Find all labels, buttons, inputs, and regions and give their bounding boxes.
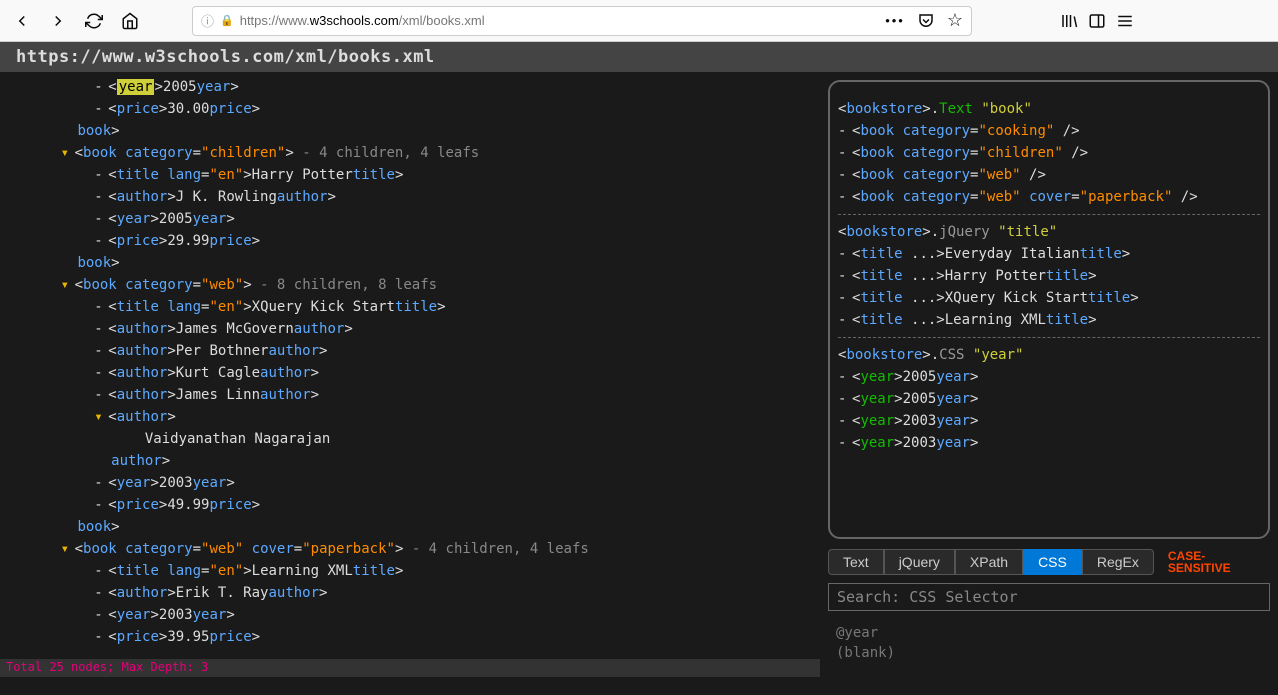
xml-line[interactable]: - <author>Erik T. Rayauthor> [10,582,810,604]
arrow-left-icon [13,12,31,30]
xml-line[interactable]: - <year>2005year> [10,76,810,98]
tab-regex[interactable]: RegEx [1082,549,1154,575]
page-url-header: https://www.w3schools.com/xml/books.xml [0,42,1278,72]
reload-icon [85,12,103,30]
xml-line[interactable]: - <author>Per Bothnerauthor> [10,340,810,362]
results-box[interactable]: <bookstore>.Text "book"- <book category=… [828,80,1270,539]
xml-line[interactable]: - <author>James McGovernauthor> [10,318,810,340]
xml-line[interactable]: - <price>29.99price> [10,230,810,252]
xml-line[interactable]: - <price>30.00price> [10,98,810,120]
result-item[interactable]: - <year>2005year> [838,366,1260,388]
xml-line[interactable]: - <price>39.95price> [10,626,810,648]
result-item[interactable]: - <title ...>Learning XMLtitle> [838,309,1260,331]
library-icon[interactable] [1060,12,1078,30]
browser-chrome: ⓘ 🔒 https://www.w3schools.com/xml/books.… [0,0,1278,42]
search-input[interactable]: Search: CSS Selector [828,583,1270,611]
results-header: <bookstore>.CSS "year" [838,344,1260,366]
xml-line[interactable]: - <title lang="en">XQuery Kick Starttitl… [10,296,810,318]
xml-tree-panel[interactable]: - <year>2005year> - <price>30.00price> b… [0,72,820,677]
forward-button[interactable] [44,7,72,35]
results-section: <bookstore>.Text "book"- <book category=… [838,92,1260,214]
side-panel: <bookstore>.Text "book"- <book category=… [820,72,1278,677]
results-section: <bookstore>.jQuery "title"- <title ...>E… [838,214,1260,337]
tab-jquery[interactable]: jQuery [884,549,955,575]
url-bar[interactable]: ⓘ 🔒 https://www.w3schools.com/xml/books.… [192,6,972,36]
lock-icon: 🔒 [220,14,234,27]
xml-line[interactable]: book> [10,516,810,538]
search-mode-tabs: TextjQueryXPathCSSRegEx CASE-SENSITIVE [828,549,1270,575]
xml-line[interactable]: - <title lang="en">Harry Pottertitle> [10,164,810,186]
menu-icon[interactable] [1116,12,1134,30]
tab-text[interactable]: Text [828,549,884,575]
xml-line[interactable]: - <year>2003year> [10,604,810,626]
xml-line[interactable]: book> [10,120,810,142]
result-item[interactable]: - <book category="cooking" /> [838,120,1260,142]
result-item[interactable]: - <title ...>XQuery Kick Starttitle> [838,287,1260,309]
xml-line[interactable]: ▾ <book category="children"> - 4 childre… [10,142,810,164]
tab-xpath[interactable]: XPath [955,549,1023,575]
tab-css[interactable]: CSS [1023,549,1082,575]
results-section: <bookstore>.CSS "year"- <year>2005year>-… [838,337,1260,460]
reload-button[interactable] [80,7,108,35]
results-header: <bookstore>.jQuery "title" [838,221,1260,243]
xml-line[interactable]: - <author>Kurt Cagleauthor> [10,362,810,384]
bookmark-star-icon[interactable]: ☆ [947,10,963,31]
result-item[interactable]: - <year>2003year> [838,410,1260,432]
xml-line[interactable]: - <author>James Linnauthor> [10,384,810,406]
xml-line[interactable]: - <title lang="en">Learning XMLtitle> [10,560,810,582]
history-item[interactable]: (blank) [836,643,1262,663]
result-item[interactable]: - <title ...>Harry Pottertitle> [838,265,1260,287]
xml-line[interactable]: author> [10,450,810,472]
xml-line[interactable]: ▾ <author> [10,406,810,428]
case-sensitive-label[interactable]: CASE-SENSITIVE [1168,550,1231,574]
status-bar: Total 25 nodes; Max Depth: 3 [0,659,820,677]
result-item[interactable]: - <book category="web" /> [838,164,1260,186]
result-item[interactable]: - <book category="children" /> [838,142,1260,164]
xml-line[interactable]: - <author>J K. Rowlingauthor> [10,186,810,208]
url-text: https://www.w3schools.com/xml/books.xml [240,13,485,28]
back-button[interactable] [8,7,36,35]
xml-line[interactable]: book> [10,252,810,274]
pocket-icon[interactable] [917,12,935,30]
result-item[interactable]: - <book category="web" cover="paperback"… [838,186,1260,208]
result-item[interactable]: - <title ...>Everyday Italiantitle> [838,243,1260,265]
home-button[interactable] [116,7,144,35]
xml-line[interactable]: - <price>49.99price> [10,494,810,516]
xml-line[interactable]: ▾ <book category="web"> - 8 children, 8 … [10,274,810,296]
home-icon [121,12,139,30]
arrow-right-icon [49,12,67,30]
results-header: <bookstore>.Text "book" [838,98,1260,120]
xml-line[interactable]: ▾ <book category="web" cover="paperback"… [10,538,810,560]
result-item[interactable]: - <year>2003year> [838,432,1260,454]
xml-line[interactable]: - <year>2005year> [10,208,810,230]
sidebar-icon[interactable] [1088,12,1106,30]
more-icon[interactable]: ••• [885,13,905,28]
xml-line[interactable]: - <year>2003year> [10,472,810,494]
result-item[interactable]: - <year>2005year> [838,388,1260,410]
info-icon: ⓘ [201,11,214,30]
search-history[interactable]: @year(blank) [828,617,1270,669]
history-item[interactable]: @year [836,623,1262,643]
xml-line[interactable]: Vaidyanathan Nagarajan [10,428,810,450]
